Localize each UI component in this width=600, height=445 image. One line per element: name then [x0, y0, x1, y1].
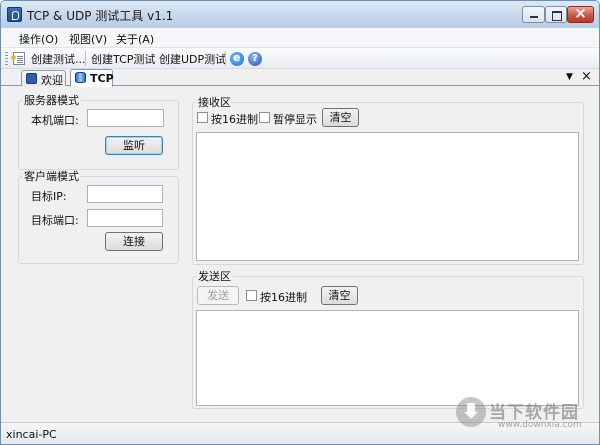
send-area-legend: 发送区	[198, 270, 231, 283]
tab-list-dropdown-icon[interactable]: ▼	[566, 72, 573, 82]
download-logo-icon	[456, 397, 486, 427]
receive-textarea[interactable]	[196, 132, 579, 261]
create-tcp-button[interactable]: 创建TCP测试	[91, 51, 155, 66]
toolbar-grip-icon[interactable]	[5, 52, 8, 65]
menu-about[interactable]: 关于(A)	[116, 31, 154, 47]
tab-strip: 欢迎 TCP ▼ ×	[1, 69, 599, 87]
toolbar-separator	[85, 51, 86, 66]
receive-area-legend: 接收区	[198, 96, 231, 109]
create-udp-button[interactable]: 创建UDP测试	[159, 51, 226, 66]
tab-label: 欢迎	[41, 74, 63, 87]
target-ip-input[interactable]	[87, 185, 163, 203]
tab-label: TCP	[90, 72, 114, 85]
new-test-icon	[11, 52, 25, 65]
tab-welcome[interactable]: 欢迎	[21, 70, 66, 87]
tcp-tab-icon	[75, 72, 86, 83]
receive-hex-label: 按16进制	[211, 113, 258, 126]
close-button[interactable]	[567, 4, 594, 23]
menu-operate[interactable]: 操作(O)	[19, 31, 58, 47]
status-hostname: xincai-PC	[6, 428, 57, 441]
target-port-label: 目标端口:	[31, 214, 79, 227]
send-clear-button[interactable]: 清空	[321, 286, 358, 305]
tab-close-icon[interactable]: ×	[581, 69, 592, 84]
title-bar[interactable]: TCP & UDP 测试工具 v1.1	[1, 1, 599, 28]
local-port-label: 本机端口:	[31, 114, 79, 127]
toolbar: 创建测试... 创建TCP测试 创建UDP测试 ?	[1, 47, 599, 69]
minimize-button[interactable]	[522, 6, 545, 23]
client-mode-legend: 客户端模式	[24, 170, 79, 183]
tcp-panel: 服务器模式 本机端口: 监听 客户端模式 目标IP: 目标端口: 连接 接收区 …	[1, 87, 599, 421]
pause-display-label: 暂停显示	[273, 113, 317, 126]
target-ip-label: 目标IP:	[31, 190, 67, 203]
listen-button[interactable]: 监听	[105, 136, 163, 155]
app-icon	[7, 7, 22, 22]
menu-bar: 操作(O) 视图(V) 关于(A)	[1, 28, 599, 47]
pause-display-checkbox[interactable]	[259, 112, 270, 123]
receive-clear-button[interactable]: 清空	[322, 108, 359, 127]
help-icon[interactable]: ?	[248, 52, 262, 66]
send-hex-checkbox[interactable]	[246, 290, 257, 301]
local-port-input[interactable]	[87, 109, 164, 127]
welcome-tab-icon	[26, 73, 37, 84]
create-test-button[interactable]: 创建测试...	[31, 51, 86, 66]
browser-icon[interactable]	[230, 51, 244, 66]
watermark-url: www.downxia.com	[498, 420, 582, 430]
app-window: TCP & UDP 测试工具 v1.1 操作(O) 视图(V) 关于(A) 创建…	[0, 0, 600, 445]
send-button[interactable]: 发送	[197, 286, 239, 305]
receive-hex-checkbox[interactable]	[197, 112, 208, 123]
server-mode-legend: 服务器模式	[24, 94, 79, 107]
send-textarea[interactable]	[196, 310, 579, 406]
maximize-button[interactable]	[545, 6, 567, 23]
send-hex-label: 按16进制	[260, 291, 307, 304]
tab-tcp[interactable]: TCP	[70, 69, 114, 87]
menu-view[interactable]: 视图(V)	[69, 31, 107, 47]
target-port-input[interactable]	[87, 209, 163, 227]
connect-button[interactable]: 连接	[105, 232, 163, 251]
toolbar-separator	[225, 51, 226, 66]
server-mode-group: 服务器模式	[18, 92, 179, 170]
window-title: TCP & UDP 测试工具 v1.1	[27, 9, 174, 23]
